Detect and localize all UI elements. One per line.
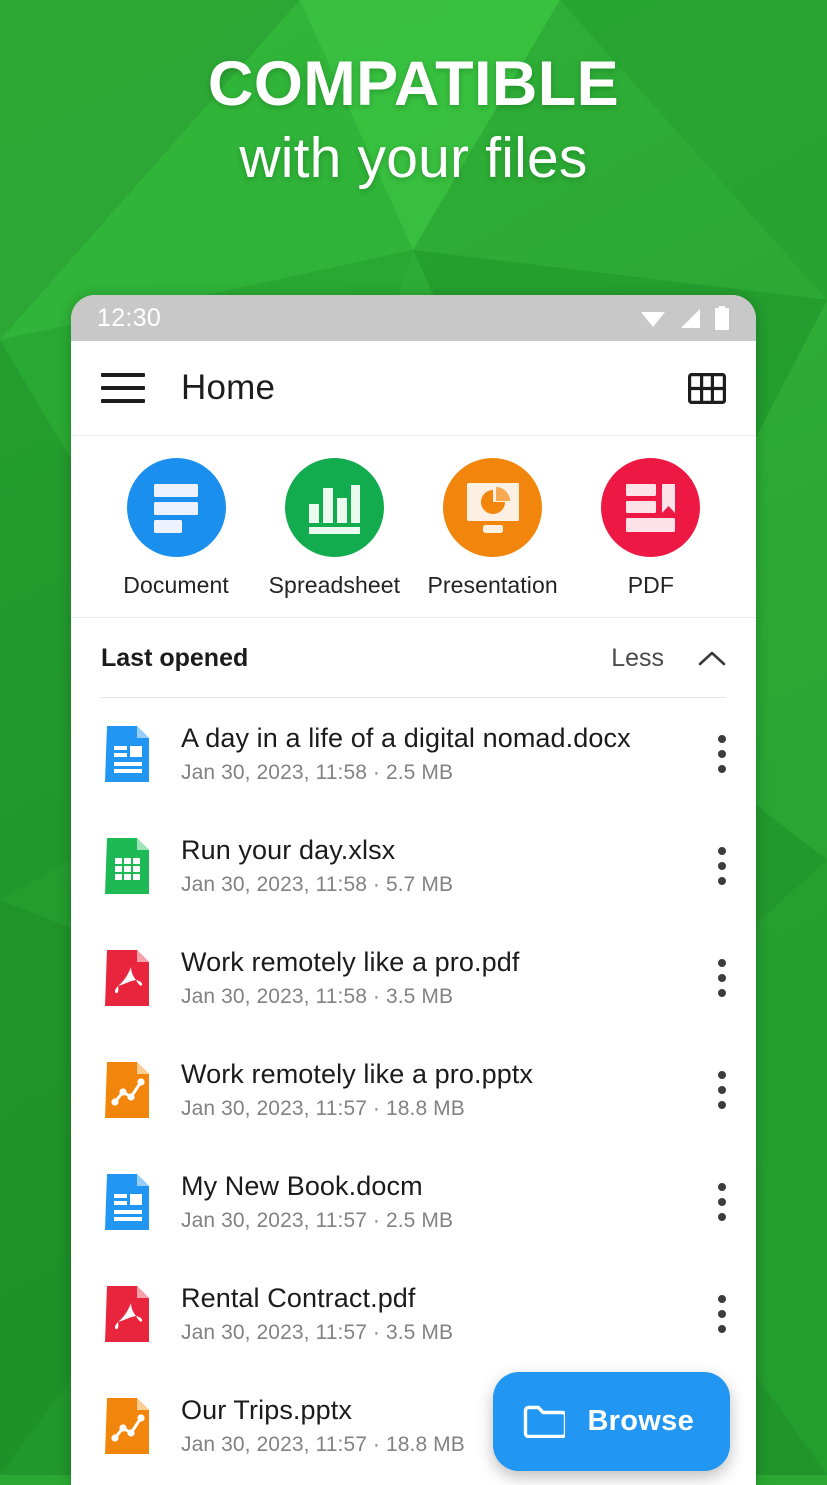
category-pdf[interactable]: PDF <box>572 458 730 599</box>
file-meta: Run your day.xlsx Jan 30, 2023, 11:58 · … <box>181 835 702 897</box>
category-document[interactable]: Document <box>97 458 255 599</box>
file-subtitle: Jan 30, 2023, 11:58 · 2.5 MB <box>181 761 454 784</box>
status-bar-clock: 12:30 <box>97 303 162 332</box>
promo-headline: COMPATIBLE with your files <box>0 52 827 191</box>
file-subtitle: Jan 30, 2023, 11:58 · 3.5 MB <box>181 985 454 1008</box>
presentation-icon <box>466 482 519 533</box>
file-meta: My New Book.docm Jan 30, 2023, 11:57 · 2… <box>181 1171 702 1233</box>
browse-button[interactable]: Browse <box>493 1372 730 1471</box>
file-name: Work remotely like a pro.pptx <box>181 1059 534 1089</box>
file-name: Run your day.xlsx <box>181 835 396 865</box>
section-header-last-opened: Last opened Less <box>71 618 756 673</box>
word-document-file-icon <box>105 726 149 782</box>
table-row[interactable]: Run your day.xlsx Jan 30, 2023, 11:58 · … <box>71 810 756 922</box>
category-presentation-label: Presentation <box>427 572 558 598</box>
wifi-icon <box>641 312 665 327</box>
file-subtitle: Jan 30, 2023, 11:57 · 3.5 MB <box>181 1321 454 1344</box>
cellular-signal-icon <box>681 308 700 328</box>
more-options-icon[interactable] <box>718 847 726 885</box>
folder-icon <box>524 1405 566 1438</box>
section-title: Last opened <box>101 644 249 672</box>
table-row[interactable]: Rental Contract.pdf Jan 30, 2023, 11:57 … <box>71 1258 756 1370</box>
pdf-file-icon <box>105 1286 149 1342</box>
file-name: Rental Contract.pdf <box>181 1283 416 1313</box>
headline-line-2: with your files <box>239 125 588 190</box>
category-presentation[interactable]: Presentation <box>414 458 572 599</box>
battery-icon <box>715 306 729 330</box>
app-bar: Home <box>71 341 756 436</box>
more-options-icon[interactable] <box>718 959 726 997</box>
more-options-icon[interactable] <box>718 735 726 773</box>
table-row[interactable]: A day in a life of a digital nomad.docx … <box>71 698 756 810</box>
spreadsheet-file-icon <box>105 838 149 894</box>
presentation-bubble <box>443 458 543 557</box>
pdf-bubble <box>601 458 701 557</box>
file-meta: Work remotely like a pro.pptx Jan 30, 20… <box>181 1059 702 1121</box>
file-subtitle: Jan 30, 2023, 11:58 · 5.7 MB <box>181 873 454 896</box>
headline-line-1: COMPATIBLE <box>207 49 620 119</box>
category-strip: Document Spreadsheet Presentation PDF <box>71 436 756 618</box>
file-meta: Work remotely like a pro.pdf Jan 30, 202… <box>181 947 702 1009</box>
more-options-icon[interactable] <box>718 1183 726 1221</box>
file-name: Work remotely like a pro.pdf <box>181 947 520 977</box>
spreadsheet-icon <box>309 484 361 534</box>
table-row[interactable]: My New Book.docm Jan 30, 2023, 11:57 · 2… <box>71 1146 756 1258</box>
presentation-file-icon <box>105 1062 149 1118</box>
more-options-icon[interactable] <box>718 1071 726 1109</box>
file-subtitle: Jan 30, 2023, 11:57 · 18.8 MB <box>181 1097 465 1120</box>
file-list: A day in a life of a digital nomad.docx … <box>71 698 756 1482</box>
file-name: A day in a life of a digital nomad.docx <box>181 723 631 753</box>
section-toggle-label[interactable]: Less <box>611 644 664 673</box>
file-subtitle: Jan 30, 2023, 11:57 · 2.5 MB <box>181 1209 454 1232</box>
word-document-file-icon <box>105 1174 149 1230</box>
category-spreadsheet-label: Spreadsheet <box>268 572 401 598</box>
status-bar-icons <box>640 306 730 330</box>
document-bubble <box>126 458 226 557</box>
file-meta: Rental Contract.pdf Jan 30, 2023, 11:57 … <box>181 1283 702 1345</box>
chevron-up-icon[interactable] <box>698 650 726 668</box>
grid-view-icon[interactable] <box>688 372 726 404</box>
table-row[interactable]: Work remotely like a pro.pdf Jan 30, 202… <box>71 922 756 1034</box>
table-row[interactable]: Work remotely like a pro.pptx Jan 30, 20… <box>71 1034 756 1146</box>
file-name: My New Book.docm <box>181 1171 423 1201</box>
pdf-icon <box>625 483 675 532</box>
status-bar: 12:30 <box>71 295 756 341</box>
category-pdf-label: PDF <box>627 572 675 598</box>
category-document-label: Document <box>123 572 229 598</box>
phone-mockup: 12:30 Home Document Spreadsheet Presenta… <box>71 295 756 1485</box>
presentation-file-icon <box>105 1398 149 1454</box>
more-options-icon[interactable] <box>718 1295 726 1333</box>
category-spreadsheet[interactable]: Spreadsheet <box>255 458 413 599</box>
page-title: Home <box>181 368 276 407</box>
spreadsheet-bubble <box>284 458 384 557</box>
file-meta: A day in a life of a digital nomad.docx … <box>181 723 702 785</box>
hamburger-menu-icon[interactable] <box>101 373 145 403</box>
browse-button-label: Browse <box>587 1405 694 1437</box>
document-icon <box>148 481 199 534</box>
pdf-file-icon <box>105 950 149 1006</box>
